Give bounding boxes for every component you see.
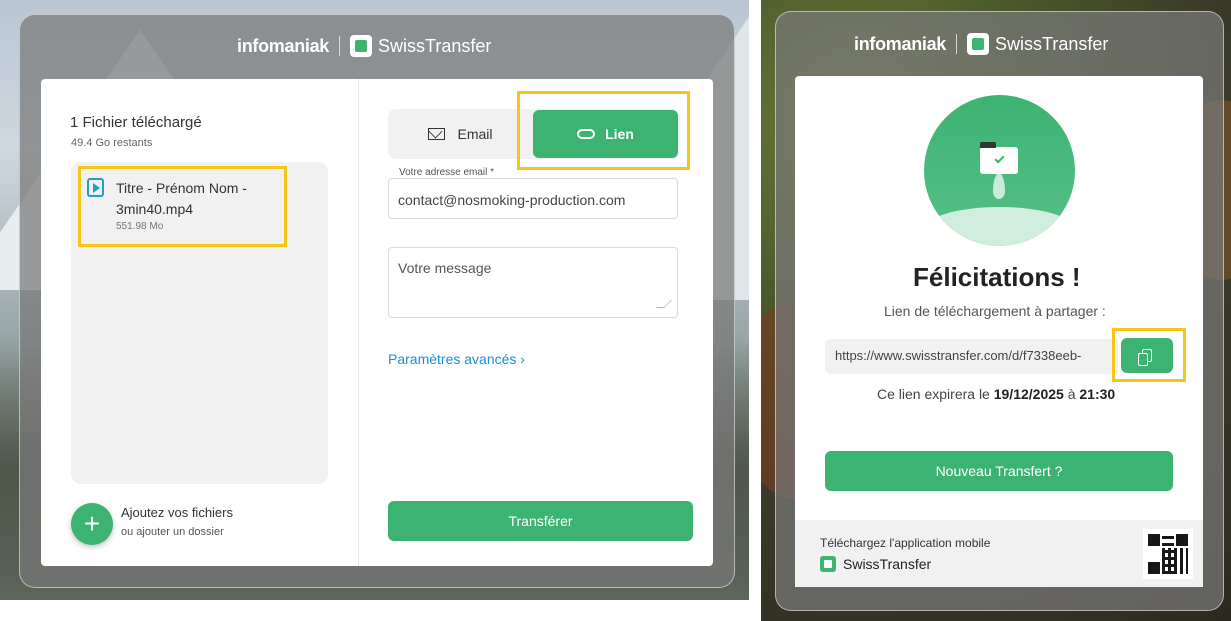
toggle-link-label: Lien (605, 126, 634, 142)
expiry-at: à (1067, 386, 1076, 402)
mobile-app-label: Téléchargez l'application mobile (820, 536, 991, 550)
app-name: SwissTransfer (995, 33, 1109, 54)
plus-icon: + (83, 508, 101, 539)
storage-remaining: 49.4 Go restants (71, 137, 153, 149)
message-placeholder[interactable]: Votre message (398, 260, 491, 276)
toggle-link[interactable]: Lien (533, 110, 678, 158)
advanced-settings-link[interactable]: Paramètres avancés › (388, 351, 525, 367)
swisstransfer-app-icon[interactable] (820, 556, 836, 572)
expiry-time: 21:30 (1079, 386, 1116, 402)
envelope-icon (428, 128, 446, 140)
toggle-email[interactable]: Email (388, 109, 533, 159)
share-link-value[interactable]: https://www.swisstransfer.com/d/f7338eeb… (835, 348, 1081, 363)
expiry-prefix: Ce lien expirera le (877, 386, 990, 402)
card-divider (358, 79, 359, 566)
success-title: Félicitations ! (913, 262, 1081, 292)
cloud-shape (924, 207, 1075, 246)
brand-divider (339, 36, 341, 56)
transfer-button[interactable]: Transférer (388, 501, 693, 541)
rocket-trail-icon (993, 173, 1005, 199)
advanced-settings-label: Paramètres avancés (388, 351, 517, 367)
mobile-app-name[interactable]: SwissTransfer (843, 556, 931, 572)
add-files-label[interactable]: Ajoutez vos fichiers (121, 505, 233, 520)
brand-divider (956, 34, 958, 54)
infomaniak-logo: infomaniak (854, 33, 947, 54)
brand-header: infomaniak SwissTransfer (854, 33, 1108, 55)
copy-link-button[interactable] (1121, 338, 1173, 373)
new-transfer-button[interactable]: Nouveau Transfert ? (825, 451, 1173, 491)
expiry-text: Ce lien expirera le 19/12/2025 à 21:30 (877, 386, 1115, 402)
email-field-value[interactable]: contact@nosmoking-production.com (398, 192, 625, 208)
success-illustration (924, 95, 1075, 246)
link-icon (577, 129, 596, 139)
add-folder-label[interactable]: ou ajouter un dossier (121, 526, 224, 538)
share-link-field[interactable]: https://www.swisstransfer.com/d/f7338eeb… (825, 339, 1118, 374)
add-files-button[interactable]: + (71, 503, 113, 545)
infomaniak-logo: infomaniak (237, 35, 330, 56)
mobile-app-banner (795, 520, 1203, 587)
swisstransfer-logo-icon (350, 35, 373, 57)
swisstransfer-logo-icon (967, 33, 990, 55)
expiry-date: 19/12/2025 (993, 386, 1064, 402)
brand-header: infomaniak SwissTransfer (237, 35, 491, 57)
file-name[interactable]: Titre - Prénom Nom - 3min40.mp4 (116, 178, 276, 220)
share-link-label: Lien de téléchargement à partager : (884, 303, 1106, 319)
file-size: 551.98 Mo (116, 221, 164, 232)
video-file-icon (87, 178, 104, 197)
message-field[interactable] (388, 247, 678, 318)
email-field-label: Votre adresse email * (396, 167, 498, 178)
qr-code-icon (1143, 529, 1193, 579)
composite-screenshot: infomaniak SwissTransfer 1 Fichier téléc… (0, 0, 1231, 621)
copy-icon (1138, 349, 1152, 366)
app-name: SwissTransfer (378, 35, 492, 56)
toggle-email-label: Email (457, 126, 493, 142)
files-title: 1 Fichier téléchargé (70, 114, 202, 131)
